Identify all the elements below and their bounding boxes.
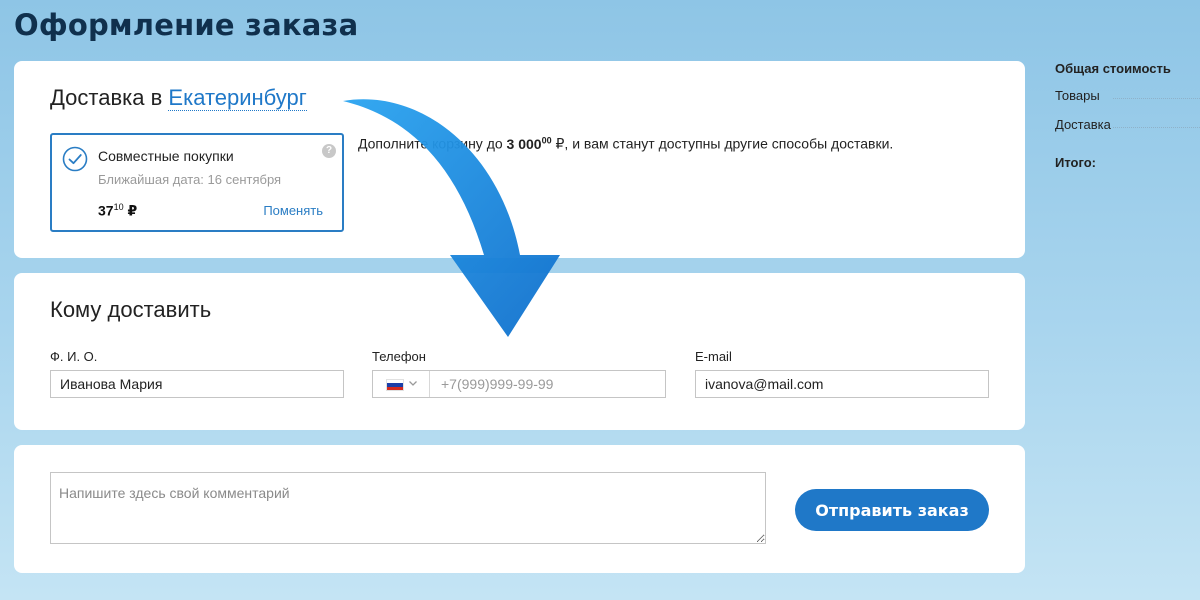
check-circle-icon: [62, 146, 88, 172]
price-currency: ₽: [127, 202, 138, 219]
comment-section: Отправить заказ: [14, 445, 1025, 573]
name-label: Ф. И. О.: [50, 349, 98, 364]
delivery-section: Доставка в Екатеринбург ? Совместные пок…: [14, 61, 1025, 258]
submit-order-button[interactable]: Отправить заказ: [795, 489, 989, 531]
russia-flag-icon[interactable]: [386, 379, 404, 391]
city-selector-link[interactable]: Екатеринбург: [168, 85, 307, 111]
delivery-option-card[interactable]: ? Совместные покупки Ближайшая дата: 16 …: [50, 133, 344, 232]
price-main: 37: [98, 202, 114, 219]
phone-input[interactable]: [430, 371, 686, 397]
summary-dots: [1113, 127, 1200, 128]
change-delivery-link[interactable]: Поменять: [263, 203, 323, 218]
promo-amount: 3 000: [506, 135, 542, 152]
delivery-option-price: 3710 ₽: [98, 202, 137, 220]
full-name-input[interactable]: [50, 370, 344, 398]
summary-delivery-label: Доставка: [1055, 117, 1111, 132]
chevron-down-icon[interactable]: [408, 378, 418, 388]
recipient-section: Кому доставить Ф. И. О. Телефон E-mail: [14, 273, 1025, 430]
help-icon[interactable]: ?: [322, 144, 336, 158]
promo-amount-fraction: 00: [541, 135, 552, 145]
delivery-heading: Доставка в Екатеринбург: [50, 85, 307, 111]
price-fraction: 10: [113, 202, 124, 212]
page-title: Оформление заказа: [14, 8, 359, 42]
summary-dots: [1113, 98, 1200, 99]
phone-label: Телефон: [372, 349, 426, 364]
delivery-heading-prefix: Доставка в: [50, 85, 163, 110]
phone-field-group: [372, 370, 686, 398]
email-input[interactable]: [695, 370, 989, 398]
summary-goods-label: Товары: [1055, 88, 1100, 103]
delivery-option-name: Совместные покупки: [98, 148, 234, 164]
email-label: E-mail: [695, 349, 732, 364]
summary-title: Общая стоимость: [1055, 61, 1171, 76]
free-shipping-promo: Дополните корзину до 3 00000 ₽, и вам ст…: [358, 135, 893, 153]
summary-row-delivery: Доставка: [1055, 117, 1200, 135]
promo-text-before: Дополните корзину до: [358, 135, 503, 152]
summary-total-label: Итого:: [1055, 155, 1096, 170]
delivery-option-date: Ближайшая дата: 16 сентября: [98, 172, 282, 187]
summary-row-goods: Товары: [1055, 88, 1200, 106]
recipient-heading: Кому доставить: [50, 297, 212, 322]
comment-textarea[interactable]: [50, 472, 766, 544]
promo-text-after: , и вам станут доступны другие способы д…: [564, 135, 894, 152]
